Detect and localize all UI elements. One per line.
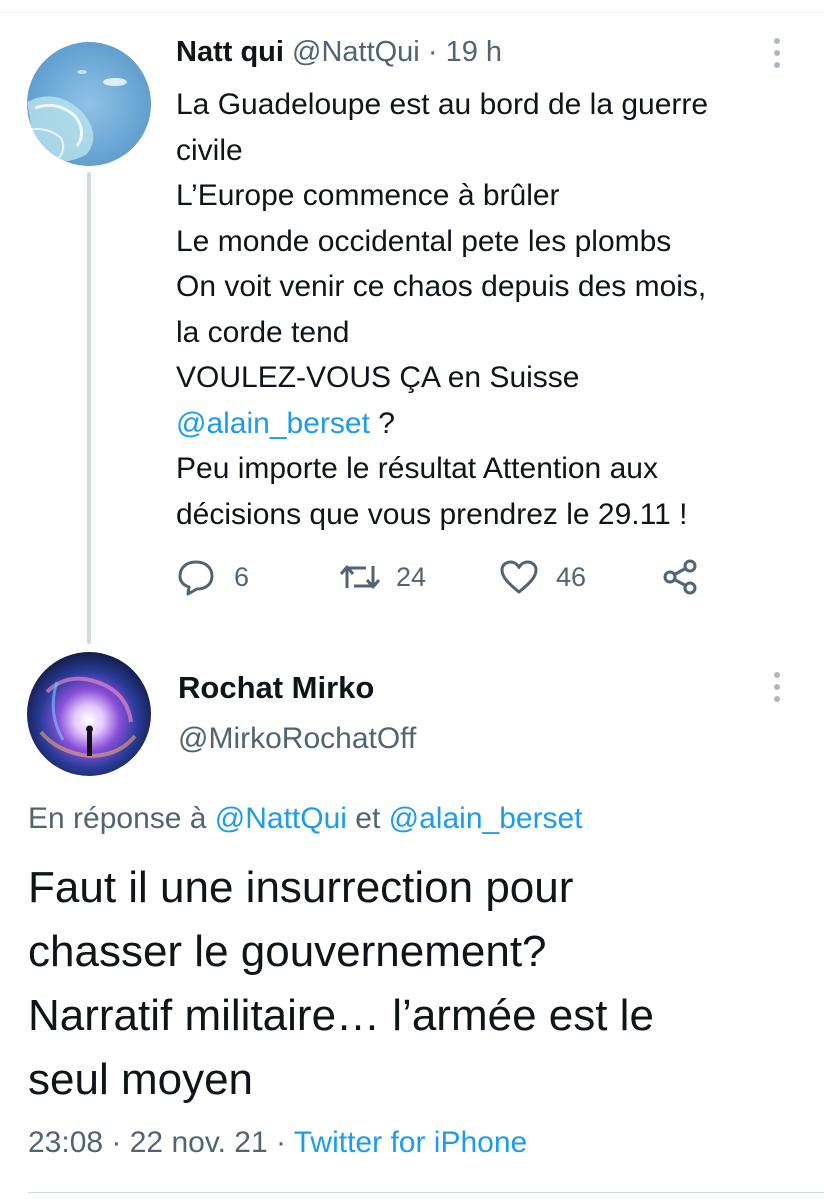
reply-line: seul moyen bbox=[28, 1055, 254, 1104]
natt-qui-avatar[interactable] bbox=[27, 42, 151, 166]
tweet-line: La Guadeloupe est au bord de la guerre bbox=[176, 88, 709, 121]
vertical-dots-icon[interactable] bbox=[774, 672, 782, 708]
bottom-divider bbox=[28, 1192, 824, 1193]
reply-mention-link[interactable]: @alain_berset bbox=[389, 802, 583, 835]
retweet-count: 24 bbox=[396, 562, 427, 592]
tweet-action-bar: 6 24 46 bbox=[0, 558, 824, 598]
tweet-line: la corde tend bbox=[176, 315, 350, 349]
reply-mention-link[interactable]: @NattQui bbox=[215, 802, 347, 835]
tweet-text: La Guadeloupe est au bord de la guerre c… bbox=[176, 82, 796, 537]
header-separator: · bbox=[427, 36, 438, 68]
tweet-header: Natt qui @NattQui · 19 h bbox=[176, 36, 502, 69]
reply-line: chasser le gouvernement? bbox=[28, 927, 547, 976]
tweet-line: Peu importe le résultat Attention aux bbox=[176, 452, 658, 485]
reply-text: Faut il une insurrection pour chasser le… bbox=[28, 856, 808, 1112]
rochat-mirko-avatar[interactable] bbox=[27, 652, 151, 776]
top-divider bbox=[0, 12, 824, 13]
share-icon[interactable] bbox=[660, 558, 700, 601]
vertical-dots-icon[interactable] bbox=[774, 38, 782, 74]
author-handle[interactable]: @NattQui bbox=[292, 36, 420, 68]
tweet-line: L’Europe commence à brûler bbox=[176, 179, 560, 212]
reply-author-handle[interactable]: @MirkoRochatOff bbox=[178, 722, 416, 756]
reply-count: 6 bbox=[234, 562, 250, 592]
heart-icon[interactable] bbox=[498, 558, 540, 601]
tweet-line: décisions que vous prendrez le 29.11 ! bbox=[176, 497, 688, 531]
like-count: 46 bbox=[556, 562, 587, 592]
reply-prefix: En réponse à bbox=[28, 802, 215, 835]
tweet-line: On voit venir ce chaos depuis des mois, bbox=[176, 270, 707, 303]
mention-link[interactable]: @alain_berset bbox=[176, 407, 370, 440]
tweet-line: civile bbox=[176, 133, 243, 167]
reply-context: En réponse à @NattQui et @alain_berset bbox=[28, 802, 583, 836]
reply-conjunction: et bbox=[346, 802, 389, 835]
speech-bubble-icon[interactable] bbox=[176, 558, 216, 601]
meta-separator: · bbox=[267, 1126, 294, 1159]
tweet-line: Le monde occidental pete les plombs bbox=[176, 224, 672, 258]
tweet-time[interactable]: 19 h bbox=[446, 36, 502, 68]
tweet-line: VOULEZ-VOUS ÇA en Suisse bbox=[176, 361, 580, 394]
mention-suffix: ? bbox=[369, 406, 395, 440]
meta-separator: · bbox=[103, 1126, 130, 1159]
reply-date[interactable]: 22 nov. 21 bbox=[130, 1126, 268, 1159]
reply-metadata: 23:08 · 22 nov. 21 · Twitter for iPhone bbox=[28, 1126, 527, 1160]
source-link[interactable]: Twitter for iPhone bbox=[294, 1126, 527, 1159]
reply-line: Faut il une insurrection pour bbox=[28, 863, 574, 912]
tweet-line-mention: @alain_berset ? bbox=[176, 401, 796, 447]
reply-time[interactable]: 23:08 bbox=[28, 1126, 103, 1159]
reply-author-name[interactable]: Rochat Mirko bbox=[178, 670, 374, 706]
reply-line: Narratif militaire… l’armée est le bbox=[28, 991, 654, 1040]
author-name[interactable]: Natt qui bbox=[176, 36, 284, 68]
retweet-arrows-icon[interactable] bbox=[338, 558, 382, 601]
